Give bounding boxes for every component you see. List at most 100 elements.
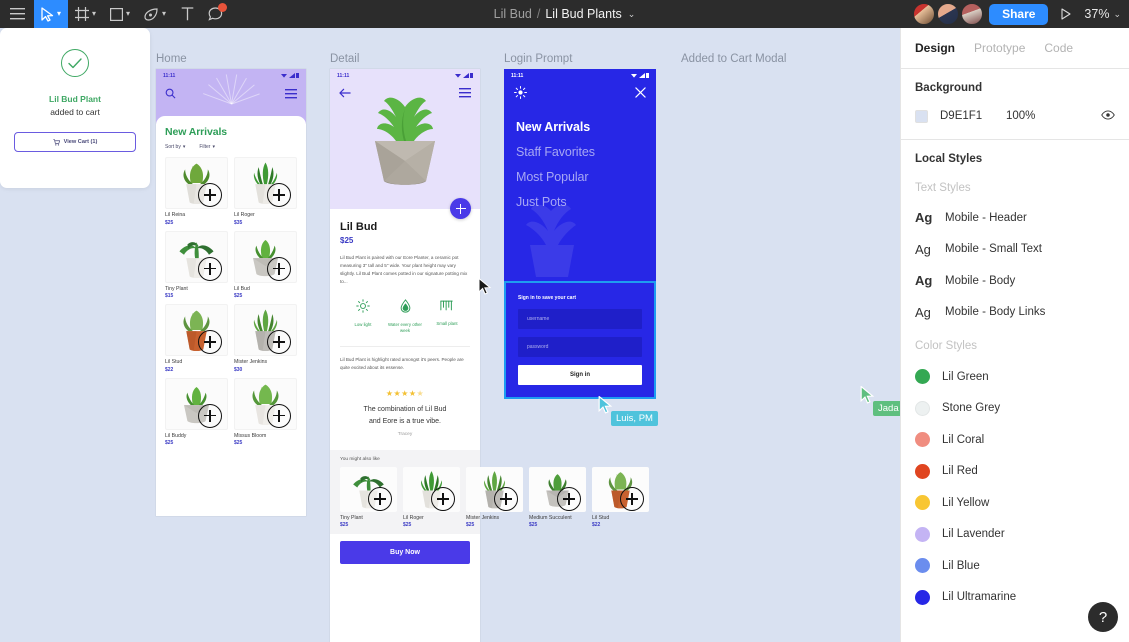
- related-product-card[interactable]: Mister Jenkins $25: [466, 466, 523, 528]
- sun-logo-icon[interactable]: [514, 86, 527, 99]
- frame-label-cart[interactable]: Added to Cart Modal: [681, 53, 786, 65]
- product-price: $25: [165, 219, 174, 226]
- add-to-cart-icon[interactable]: [431, 486, 455, 511]
- visibility-toggle[interactable]: [1101, 107, 1115, 125]
- login-menu-item[interactable]: Staff Favorites: [516, 145, 644, 159]
- present-button[interactable]: [1054, 8, 1078, 20]
- frame-home[interactable]: 11:11 New Arrivals Sort by ▾ Filter ▾ Li…: [156, 69, 306, 516]
- avatar[interactable]: [937, 3, 960, 25]
- shape-tool-button[interactable]: ▾: [103, 0, 137, 28]
- color-style-row[interactable]: Lil Red: [901, 456, 1129, 488]
- product-card[interactable]: Mister Jenkins $30: [234, 304, 297, 373]
- view-cart-button[interactable]: View Cart (1): [14, 132, 136, 152]
- help-button[interactable]: ?: [1088, 602, 1118, 632]
- chevron-down-icon[interactable]: ▾: [162, 10, 166, 18]
- main-menu-button[interactable]: [0, 0, 34, 28]
- frame-detail[interactable]: 11:11 Lil Bud $25 Lil Bud Plant is paire…: [330, 69, 649, 642]
- product-card[interactable]: Lil Reina $25: [165, 157, 228, 226]
- add-to-cart-icon[interactable]: [267, 183, 291, 207]
- add-to-cart-icon[interactable]: [198, 256, 222, 281]
- signin-button[interactable]: Sign in: [518, 365, 642, 385]
- breadcrumb-file[interactable]: Lil Bud Plants: [545, 7, 621, 21]
- tab-code[interactable]: Code: [1044, 41, 1073, 55]
- text-styles-list: Ag Mobile - Header Ag Mobile - Small Text Ag…: [901, 202, 1129, 328]
- move-tool-button[interactable]: ▾: [34, 0, 69, 28]
- login-menu-item[interactable]: Most Popular: [516, 170, 644, 184]
- add-to-cart-icon[interactable]: [198, 183, 222, 207]
- username-input[interactable]: username: [518, 309, 642, 329]
- chevron-down-icon[interactable]: ⌄: [628, 9, 636, 20]
- pen-tool-button[interactable]: ▾: [137, 0, 173, 28]
- product-card[interactable]: Lil Buddy $25: [165, 377, 228, 446]
- product-card[interactable]: Tiny Plant $15: [165, 230, 228, 299]
- avatar[interactable]: [961, 3, 984, 25]
- chevron-down-icon[interactable]: ▾: [92, 10, 96, 18]
- add-to-cart-icon[interactable]: [267, 330, 291, 354]
- color-style-row[interactable]: Lil Lavender: [901, 519, 1129, 551]
- text-tool-button[interactable]: [173, 0, 201, 28]
- hamburger-icon[interactable]: [459, 88, 471, 98]
- chevron-down-icon[interactable]: ▾: [126, 10, 130, 18]
- add-to-cart-icon[interactable]: [267, 256, 291, 281]
- add-to-cart-icon[interactable]: [494, 486, 518, 511]
- background-color-swatch[interactable]: [915, 109, 928, 123]
- related-product-card[interactable]: Medium Succulent $25: [529, 466, 586, 528]
- related-product-card[interactable]: Tiny Plant $25: [340, 466, 397, 528]
- tab-prototype[interactable]: Prototype: [974, 41, 1025, 55]
- product-card[interactable]: Lil Roger $35: [234, 157, 297, 226]
- color-style-label: Lil Blue: [942, 559, 980, 572]
- filter-dropdown[interactable]: Filter ▾: [199, 144, 215, 150]
- background-opacity-value[interactable]: 100%: [1006, 110, 1035, 122]
- text-style-row[interactable]: Ag Mobile - Small Text: [901, 234, 1129, 266]
- search-icon[interactable]: [165, 88, 176, 99]
- avatar[interactable]: [913, 3, 936, 25]
- product-card[interactable]: Lil Stud $22: [165, 304, 228, 373]
- frame-label-detail[interactable]: Detail: [330, 53, 359, 65]
- frame-label-home[interactable]: Home: [156, 53, 187, 65]
- add-to-cart-icon[interactable]: [368, 486, 392, 511]
- share-button[interactable]: Share: [989, 3, 1049, 25]
- add-to-cart-icon[interactable]: [620, 486, 644, 511]
- add-to-cart-icon[interactable]: [267, 403, 291, 428]
- also-like-carousel[interactable]: Tiny Plant $25 Lil Roger $25 Mister Jenkin…: [340, 466, 649, 528]
- close-icon[interactable]: [635, 87, 646, 98]
- related-product-card[interactable]: Lil Stud $22: [592, 466, 649, 528]
- back-arrow-icon[interactable]: [339, 88, 351, 98]
- text-styles-label: Text Styles: [915, 182, 971, 194]
- sort-by-dropdown[interactable]: Sort by ▾: [165, 144, 185, 150]
- product-card[interactable]: Lil Bud $25: [234, 230, 297, 299]
- frame-login-prompt[interactable]: 11:11 New Arrivals Staff Favorites Most …: [504, 69, 656, 399]
- color-style-row[interactable]: Stone Grey: [901, 393, 1129, 425]
- frame-added-to-cart[interactable]: Lil Bud Plant added to cart View Cart (1…: [0, 28, 150, 188]
- product-name: Tiny Plant: [340, 514, 363, 521]
- buy-now-button[interactable]: Buy Now: [340, 541, 470, 565]
- hamburger-icon[interactable]: [285, 88, 297, 99]
- password-input[interactable]: password: [518, 337, 642, 357]
- background-hex-value[interactable]: D9E1F1: [940, 110, 1006, 122]
- signin-panel[interactable]: Sign in to save your cart username passw…: [504, 281, 656, 399]
- add-to-cart-icon[interactable]: [557, 486, 581, 511]
- text-style-row[interactable]: Ag Mobile - Header: [901, 202, 1129, 234]
- text-style-row[interactable]: Ag Mobile - Body: [901, 265, 1129, 297]
- comment-tool-button[interactable]: [201, 0, 230, 28]
- add-to-cart-icon[interactable]: [198, 330, 222, 354]
- frame-tool-button[interactable]: ▾: [68, 0, 103, 28]
- related-product-card[interactable]: Lil Roger $25: [403, 466, 460, 528]
- color-swatch: [915, 558, 930, 574]
- add-to-cart-icon[interactable]: [198, 403, 222, 428]
- frame-label-login[interactable]: Login Prompt: [504, 53, 572, 65]
- color-style-row[interactable]: Lil Coral: [901, 424, 1129, 456]
- chevron-down-icon[interactable]: ▾: [57, 10, 61, 18]
- text-style-row[interactable]: Ag Mobile - Body Links: [901, 297, 1129, 329]
- color-style-row[interactable]: Lil Blue: [901, 550, 1129, 582]
- design-canvas[interactable]: Home 11:11 New Arrivals Sort by ▾ Filter…: [0, 28, 904, 642]
- color-style-row[interactable]: Lil Green: [901, 361, 1129, 393]
- login-menu-item[interactable]: New Arrivals: [516, 120, 644, 134]
- zoom-control[interactable]: 37% ⌄: [1084, 7, 1121, 21]
- product-card[interactable]: Missus Bloom $25: [234, 377, 297, 446]
- tab-design[interactable]: Design: [915, 41, 955, 55]
- color-style-row[interactable]: Lil Yellow: [901, 487, 1129, 519]
- play-icon: [1061, 8, 1071, 20]
- add-to-cart-fab[interactable]: [450, 198, 471, 219]
- breadcrumb-project[interactable]: Lil Bud: [494, 7, 532, 21]
